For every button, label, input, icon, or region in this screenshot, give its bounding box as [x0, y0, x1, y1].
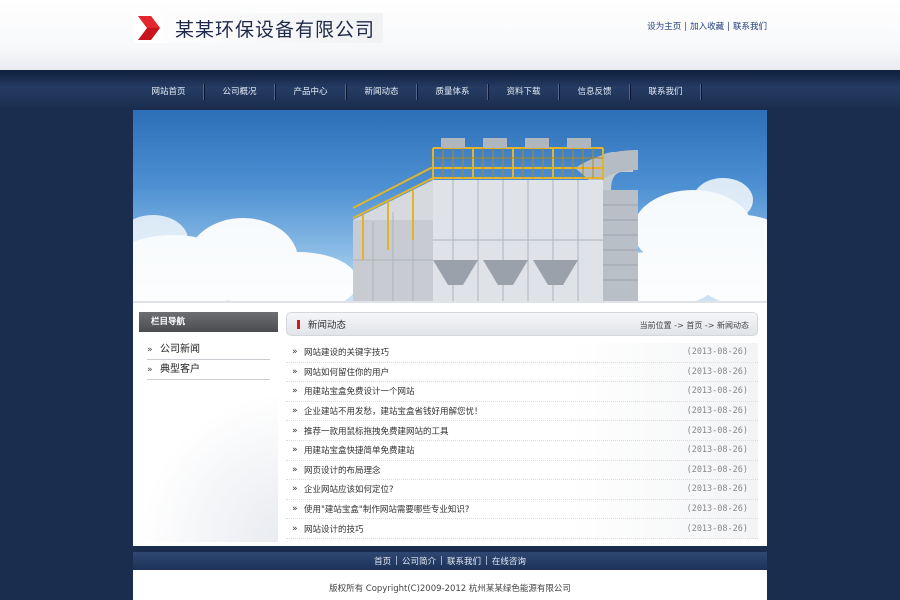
nav-item-contact[interactable]: 联系我们 — [630, 80, 701, 104]
sidebar-item-clients[interactable]: » 典型客户 — [147, 360, 270, 380]
news-row[interactable]: » 用建站宝盒免费设计一个网站 (2013-08-26) — [286, 382, 758, 402]
section-header: 新闻动态 当前位置 -> 首页 -> 新闻动态 — [286, 312, 758, 336]
nav-item-products[interactable]: 产品中心 — [275, 80, 346, 104]
news-title[interactable]: 使用"建站宝盒"制作网站需要哪些专业知识? — [304, 503, 674, 515]
news-title[interactable]: 网站如何留住你的用户 — [304, 366, 674, 378]
company-name: 某某环保设备有限公司 — [175, 18, 376, 41]
nav-item-downloads[interactable]: 资料下载 — [488, 80, 559, 104]
nav-item-company[interactable]: 公司概况 — [204, 80, 275, 104]
footer-link-home[interactable]: 首页 — [374, 555, 391, 567]
news-title[interactable]: 用建站宝盒快捷简单免费建站 — [304, 444, 674, 456]
hero-banner — [133, 110, 767, 301]
nav-item-home[interactable]: 网站首页 — [133, 80, 204, 104]
news-title[interactable]: 网站设计的技巧 — [304, 523, 674, 535]
news-section: 新闻动态 当前位置 -> 首页 -> 新闻动态 » 网站建设的关键字技巧 (2013… — [286, 312, 758, 544]
news-row[interactable]: » 用建站宝盒快捷简单免费建站 (2013-08-26) — [286, 440, 758, 461]
logo-arrow-icon — [138, 16, 160, 40]
news-row[interactable]: » 企业建站不用发愁，建站宝盒省钱好用解您忧！ (2013-08-26) — [286, 401, 758, 422]
site-header: 某某环保设备有限公司 设为主页 | 加入收藏 | 联系我们 — [0, 0, 900, 70]
news-date: (2013-08-26) — [686, 386, 748, 397]
news-row[interactable]: » 企业网站应该如何定位? (2013-08-26) — [286, 480, 758, 500]
double-chevron-icon: » — [292, 347, 298, 358]
news-row[interactable]: » 网站设计的技巧 (2013-08-26) — [286, 519, 758, 539]
contact-us-link[interactable]: 联系我们 — [733, 22, 767, 32]
sidebar-item-company-news[interactable]: » 公司新闻 — [147, 340, 270, 360]
section-title: 新闻动态 — [308, 320, 347, 331]
news-date: (2013-08-26) — [686, 445, 748, 456]
double-chevron-icon: » — [292, 464, 298, 475]
banner-illustration — [133, 138, 767, 301]
double-chevron-icon: » — [292, 523, 298, 534]
breadcrumb[interactable]: 当前位置 -> 首页 -> 新闻动态 — [640, 320, 749, 331]
chevron-right-icon: » — [147, 364, 153, 375]
double-chevron-icon: » — [292, 366, 298, 377]
news-date: (2013-08-26) — [686, 523, 748, 534]
news-row[interactable]: » 网站如何留住你的用户 (2013-08-26) — [286, 362, 758, 383]
news-title[interactable]: 推荐一款用鼠标拖拽免费建网站的工具 — [304, 425, 674, 437]
chevron-right-icon: » — [147, 344, 153, 355]
nav-item-quality[interactable]: 质量体系 — [417, 80, 488, 104]
double-chevron-icon: » — [292, 406, 298, 417]
news-title[interactable]: 网站建设的关键字技巧 — [304, 346, 674, 358]
sidebar-item-label: 典型客户 — [160, 363, 200, 375]
main-nav: 网站首页 公司概况 产品中心 新闻动态 质量体系 资料下载 信息反馈 联系我们 — [133, 80, 767, 104]
double-chevron-icon: » — [292, 445, 298, 456]
sidebar-item-label: 公司新闻 — [160, 343, 200, 355]
footer-link-about[interactable]: 公司简介 — [402, 555, 436, 567]
nav-item-feedback[interactable]: 信息反馈 — [559, 80, 630, 104]
content-panel: 栏目导航 » 公司新闻 » 典型客户 新闻动态 当前位置 -> 首页 -> 新闻… — [133, 301, 767, 546]
news-date: (2013-08-26) — [686, 366, 748, 377]
news-title[interactable]: 企业网站应该如何定位? — [304, 483, 674, 495]
news-title[interactable]: 企业建站不用发愁，建站宝盒省钱好用解您忧！ — [304, 405, 674, 417]
set-homepage-link[interactable]: 设为主页 — [647, 22, 681, 32]
news-title[interactable]: 网页设计的布局理念 — [304, 464, 674, 476]
news-date: (2013-08-26) — [686, 504, 748, 515]
double-chevron-icon: » — [292, 484, 298, 495]
site-logo[interactable]: 某某环保设备有限公司 — [133, 13, 383, 43]
double-chevron-icon: » — [292, 386, 298, 397]
sidebar-title: 栏目导航 — [139, 312, 278, 332]
footer-links: 首页 | 公司简介 | 联系我们 | 在线咨询 — [133, 552, 767, 570]
sidebar-decoration — [139, 392, 278, 542]
news-date: (2013-08-26) — [686, 484, 748, 495]
sidebar-list: » 公司新闻 » 典型客户 — [139, 340, 278, 380]
footer-link-contact[interactable]: 联系我们 — [447, 555, 481, 567]
nav-item-news[interactable]: 新闻动态 — [346, 80, 417, 104]
add-favorite-link[interactable]: 加入收藏 — [690, 22, 724, 32]
news-date: (2013-08-26) — [686, 464, 748, 475]
news-date: (2013-08-26) — [686, 425, 748, 436]
news-date: (2013-08-26) — [686, 406, 748, 417]
double-chevron-icon: » — [292, 504, 298, 515]
news-list: » 网站建设的关键字技巧 (2013-08-26) » 网站如何留住你的用户 (2013-… — [286, 343, 758, 539]
news-row[interactable]: » 使用"建站宝盒"制作网站需要哪些专业知识? (2013-08-26) — [286, 499, 758, 520]
title-marker — [297, 319, 300, 329]
news-date: (2013-08-26) — [686, 347, 748, 358]
top-links: 设为主页 | 加入收藏 | 联系我们 — [647, 22, 767, 32]
news-row[interactable]: » 推荐一款用鼠标拖拽免费建网站的工具 (2013-08-26) — [286, 421, 758, 441]
news-row[interactable]: » 网站建设的关键字技巧 (2013-08-26) — [286, 343, 758, 363]
footer-link-consult[interactable]: 在线咨询 — [492, 555, 526, 567]
double-chevron-icon: » — [292, 425, 298, 436]
sidebar: 栏目导航 » 公司新闻 » 典型客户 — [139, 312, 278, 544]
news-title[interactable]: 用建站宝盒免费设计一个网站 — [304, 385, 674, 397]
news-row[interactable]: » 网页设计的布局理念 (2013-08-26) — [286, 460, 758, 481]
copyright-text: 版权所有 Copyright(C)2009-2012 杭州某某绿色能源有限公司 — [133, 570, 767, 600]
